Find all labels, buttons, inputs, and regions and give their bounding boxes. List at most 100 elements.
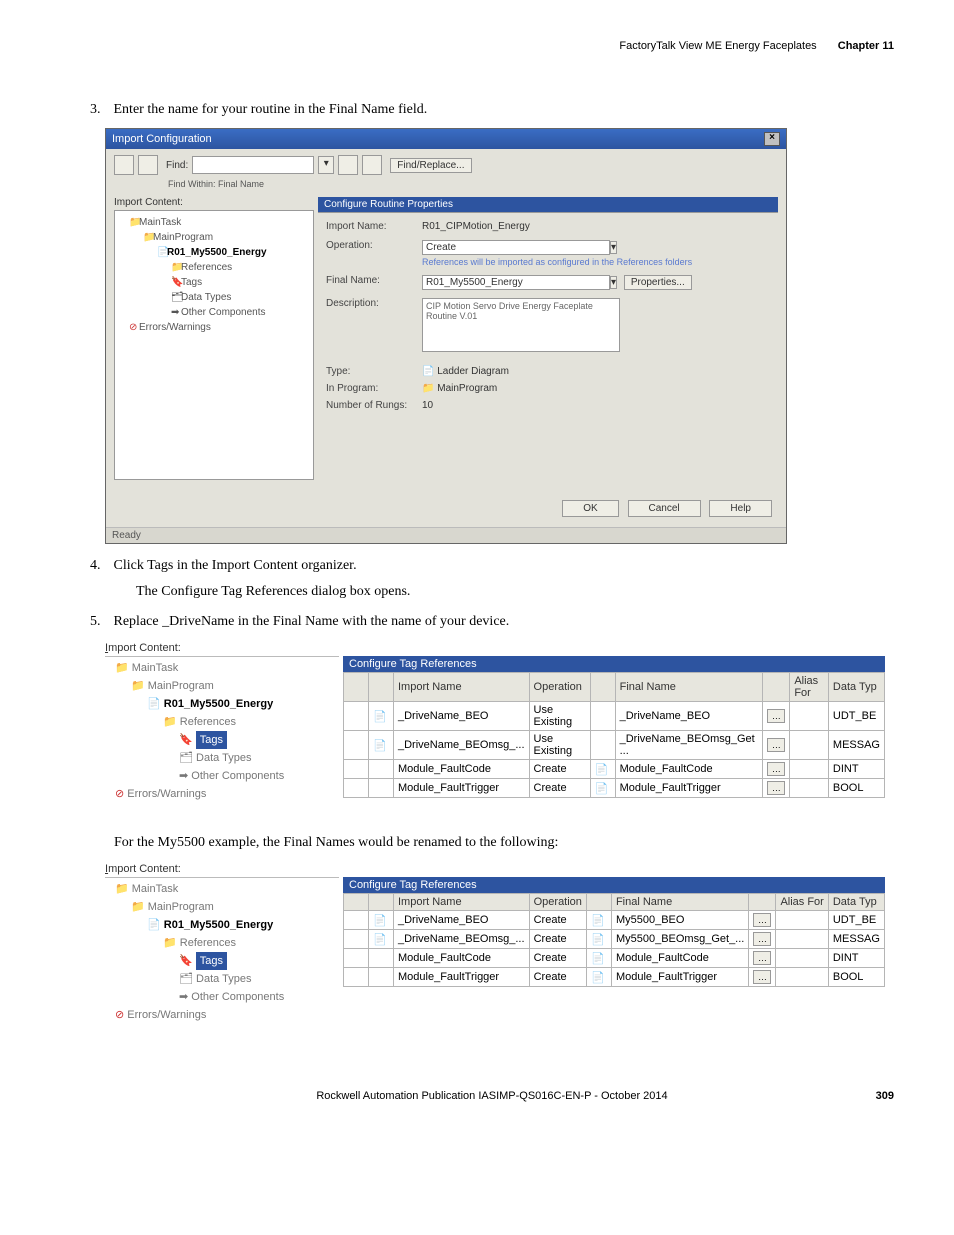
tree-errors[interactable]: ⊘Errors/Warnings	[119, 320, 309, 335]
inprogram-value: 📁 MainProgram	[422, 383, 770, 394]
import-content-label: Import Content:	[114, 197, 314, 208]
toolbar-btn-2[interactable]	[138, 155, 158, 175]
tree-item-errors[interactable]: ⊘ Errors/Warnings	[107, 1006, 337, 1024]
tree-item[interactable]: 📄 R01_My5500_Energy	[107, 695, 337, 713]
table-row[interactable]: 📄 _DriveName_BEOCreate 📄My5500_BEO … UDT…	[344, 911, 885, 930]
tree-item[interactable]: ➡ Other Components	[107, 767, 337, 785]
type-value: 📄 Ladder Diagram	[422, 366, 770, 377]
browse-button[interactable]: …	[753, 913, 771, 927]
page-header: FactoryTalk View ME Energy Faceplates Ch…	[90, 40, 894, 52]
table-row[interactable]: Module_FaultCodeCreate 📄Module_FaultCode…	[344, 760, 885, 779]
find-toolbar: Find: ▾ Find/Replace...	[106, 149, 786, 181]
col-operation[interactable]: Operation	[529, 894, 586, 911]
col-alias[interactable]: Alias For	[790, 673, 829, 702]
page-footer: Rockwell Automation Publication IASIMP-Q…	[90, 1090, 894, 1102]
tree-mainprogram[interactable]: 📁MainProgram	[119, 230, 309, 245]
table-row[interactable]: 📄 _DriveName_BEOUse Existing _DriveName_…	[344, 702, 885, 731]
tag-refs-grid-2[interactable]: Import Name Operation Final Name Alias F…	[343, 893, 885, 987]
step-4: 4. Click Tags in the Import Content orga…	[90, 558, 894, 574]
table-row[interactable]: Module_FaultTriggerCreate 📄Module_FaultT…	[344, 968, 885, 987]
tag-refs-screenshot-2: Import Content: 📁 MainTask 📁 MainProgram…	[105, 861, 885, 1030]
browse-button[interactable]: …	[767, 738, 785, 752]
tree-item[interactable]: 📄 R01_My5500_Energy	[107, 916, 337, 934]
col-type[interactable]: Data Typ	[828, 673, 884, 702]
dialog-title: Import Configuration	[112, 133, 212, 145]
tag-refs-screenshot-1: Import Content: 📁 MainTask 📁 MainProgram…	[105, 640, 885, 809]
operation-warning: References will be imported as configure…	[422, 257, 770, 267]
help-button[interactable]: Help	[709, 500, 772, 517]
tree-item[interactable]: 📁 References	[107, 934, 337, 952]
col-alias[interactable]: Alias For	[776, 894, 828, 911]
operation-select[interactable]: Create	[422, 240, 610, 255]
import-content-tree[interactable]: 📁MainTask 📁MainProgram 📄R01_My5500_Energ…	[114, 210, 314, 480]
step-4b-text: The Configure Tag References dialog box …	[136, 584, 894, 600]
col-final[interactable]: Final Name	[615, 673, 763, 702]
rungs-value: 10	[422, 400, 770, 411]
dialog-buttons: OK Cancel Help	[106, 490, 786, 527]
final-name-dropdown-icon[interactable]: ▾	[610, 276, 617, 289]
example-note: For the My5500 example, the Final Names …	[114, 835, 894, 851]
tag-refs-header-2: Configure Tag References	[343, 877, 885, 893]
tag-refs-header-1: Configure Tag References	[343, 656, 885, 672]
import-content-tree-1[interactable]: 📁 MainTask 📁 MainProgram 📄 R01_My5500_En…	[105, 656, 339, 809]
table-row[interactable]: Module_FaultTriggerCreate 📄Module_FaultT…	[344, 779, 885, 798]
publication-info: Rockwell Automation Publication IASIMP-Q…	[316, 1090, 667, 1102]
description-label: Description:	[326, 298, 416, 309]
toolbar-btn-1[interactable]	[114, 155, 134, 175]
tree-item[interactable]: 🗂 Data Types	[107, 970, 337, 988]
col-import[interactable]: Import Name	[394, 673, 530, 702]
browse-button[interactable]: …	[767, 781, 785, 795]
find-input[interactable]	[192, 156, 314, 174]
browse-button[interactable]: …	[753, 932, 771, 946]
tree-item[interactable]: 🗂 Data Types	[107, 749, 337, 767]
dialog-titlebar: Import Configuration ×	[106, 129, 786, 149]
step-3-text: Enter the name for your routine in the F…	[114, 102, 428, 117]
browse-button[interactable]: …	[767, 762, 785, 776]
table-row[interactable]: 📄 _DriveName_BEOmsg_...Use Existing _Dri…	[344, 731, 885, 760]
tree-datatypes[interactable]: 🗂Data Types	[119, 290, 309, 305]
cancel-button[interactable]: Cancel	[628, 500, 701, 517]
col-operation[interactable]: Operation	[529, 673, 590, 702]
table-row[interactable]: 📄 _DriveName_BEOmsg_...Create 📄My5500_BE…	[344, 930, 885, 949]
step-4-num: 4.	[90, 558, 110, 574]
table-row[interactable]: Module_FaultCodeCreate 📄Module_FaultCode…	[344, 949, 885, 968]
tree-item[interactable]: 📁 MainTask	[107, 880, 337, 898]
description-textarea[interactable]: CIP Motion Servo Drive Energy Faceplate …	[422, 298, 620, 352]
tree-other[interactable]: ➡Other Components	[119, 305, 309, 320]
operation-label: Operation:	[326, 240, 416, 251]
import-content-tree-2[interactable]: 📁 MainTask 📁 MainProgram 📄 R01_My5500_En…	[105, 877, 339, 1030]
tree-maintask[interactable]: 📁MainTask	[119, 215, 309, 230]
find-replace-button[interactable]: Find/Replace...	[390, 158, 471, 173]
tree-item[interactable]: 📁 MainProgram	[107, 898, 337, 916]
tree-references[interactable]: 📁References	[119, 260, 309, 275]
tree-item[interactable]: ➡ Other Components	[107, 988, 337, 1006]
final-name-label: Final Name:	[326, 275, 416, 286]
tree-item-errors[interactable]: ⊘ Errors/Warnings	[107, 785, 337, 803]
type-label: Type:	[326, 366, 416, 377]
tree-item-tags[interactable]: 🔖 Tags	[107, 952, 337, 970]
col-import[interactable]: Import Name	[394, 894, 530, 911]
tree-item[interactable]: 📁 MainProgram	[107, 677, 337, 695]
tree-routine[interactable]: 📄R01_My5500_Energy	[119, 245, 309, 260]
import-name-label: Import Name:	[326, 221, 416, 232]
step-5-num: 5.	[90, 614, 110, 630]
import-content-title-2: Import Content:	[105, 861, 885, 877]
tree-item[interactable]: 📁 MainTask	[107, 659, 337, 677]
find-next-icon[interactable]	[338, 155, 358, 175]
tag-refs-grid-1[interactable]: Import Name Operation Final Name Alias F…	[343, 672, 885, 798]
ok-button[interactable]: OK	[562, 500, 618, 517]
col-final[interactable]: Final Name	[611, 894, 748, 911]
find-prev-icon[interactable]	[362, 155, 382, 175]
properties-button[interactable]: Properties...	[624, 275, 692, 290]
col-type[interactable]: Data Typ	[828, 894, 884, 911]
browse-button[interactable]: …	[767, 709, 785, 723]
tree-item[interactable]: 📁 References	[107, 713, 337, 731]
browse-button[interactable]: …	[753, 970, 771, 984]
find-dropdown-icon[interactable]: ▾	[318, 156, 334, 174]
tree-tags[interactable]: 🔖Tags	[119, 275, 309, 290]
browse-button[interactable]: …	[753, 951, 771, 965]
operation-dropdown-icon[interactable]: ▾	[610, 241, 617, 254]
tree-item-tags[interactable]: 🔖 Tags	[107, 731, 337, 749]
final-name-input[interactable]: R01_My5500_Energy	[422, 275, 610, 290]
close-icon[interactable]: ×	[764, 132, 780, 146]
